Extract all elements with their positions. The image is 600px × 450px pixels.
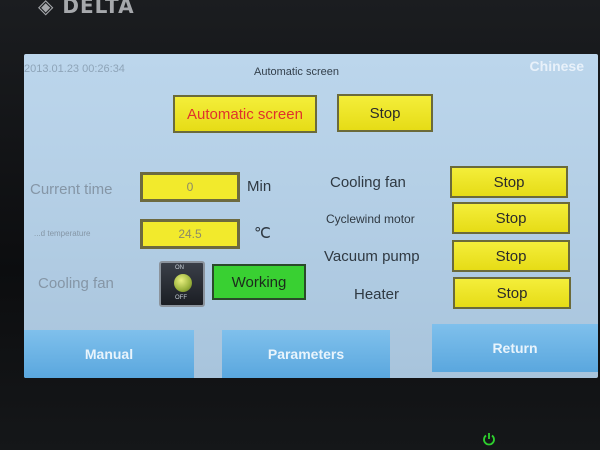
vacuum-pump-label: Vacuum pump	[324, 248, 420, 265]
current-time-unit: Min	[247, 178, 272, 195]
toggle-off-label: OFF	[175, 295, 187, 301]
page-title: Automatic screen	[254, 66, 339, 78]
cooling-fan-stop-button[interactable]: Stop	[450, 166, 568, 198]
cyclewind-motor-label: Cyclewind motor	[326, 212, 415, 226]
hmi-screen: 2013.01.23 00:26:34 Automatic screen Chi…	[24, 54, 598, 378]
temperature-label: ...d temperature	[34, 229, 91, 238]
cooling-fan-status-badge: Working	[212, 264, 306, 300]
brand-logo: ◈ DELTA	[38, 0, 135, 18]
cyclewind-motor-stop-button[interactable]: Stop	[452, 202, 570, 234]
heater-stop-button[interactable]: Stop	[453, 277, 571, 309]
manual-nav-button[interactable]: Manual	[24, 330, 194, 378]
cooling-fan-switch[interactable]: ON OFF	[159, 261, 205, 307]
heater-label: Heater	[354, 286, 400, 303]
cooling-fan-left-label: Cooling fan	[38, 275, 114, 292]
current-time-label: Current time	[30, 181, 113, 198]
temperature-unit: ℃	[254, 225, 271, 242]
device-bezel: ◈ DELTA 2013.01.23 00:26:34 Automatic sc…	[0, 0, 600, 450]
on-off-switch-icon	[174, 274, 192, 292]
datetime-readout: 2013.01.23 00:26:34	[24, 63, 125, 75]
vacuum-pump-stop-button[interactable]: Stop	[452, 240, 570, 272]
power-icon[interactable]	[482, 432, 496, 446]
language-toggle-button[interactable]: Chinese	[530, 58, 584, 74]
parameters-nav-button[interactable]: Parameters	[222, 330, 390, 378]
cooling-fan-label: Cooling fan	[330, 174, 406, 191]
toggle-on-label: ON	[175, 265, 184, 271]
return-nav-button[interactable]: Return	[432, 324, 598, 372]
automatic-screen-button[interactable]: Automatic screen	[173, 95, 317, 133]
temperature-field[interactable]: 24.5	[140, 219, 240, 249]
stop-all-button[interactable]: Stop	[337, 94, 433, 132]
current-time-field[interactable]: 0	[140, 172, 240, 202]
